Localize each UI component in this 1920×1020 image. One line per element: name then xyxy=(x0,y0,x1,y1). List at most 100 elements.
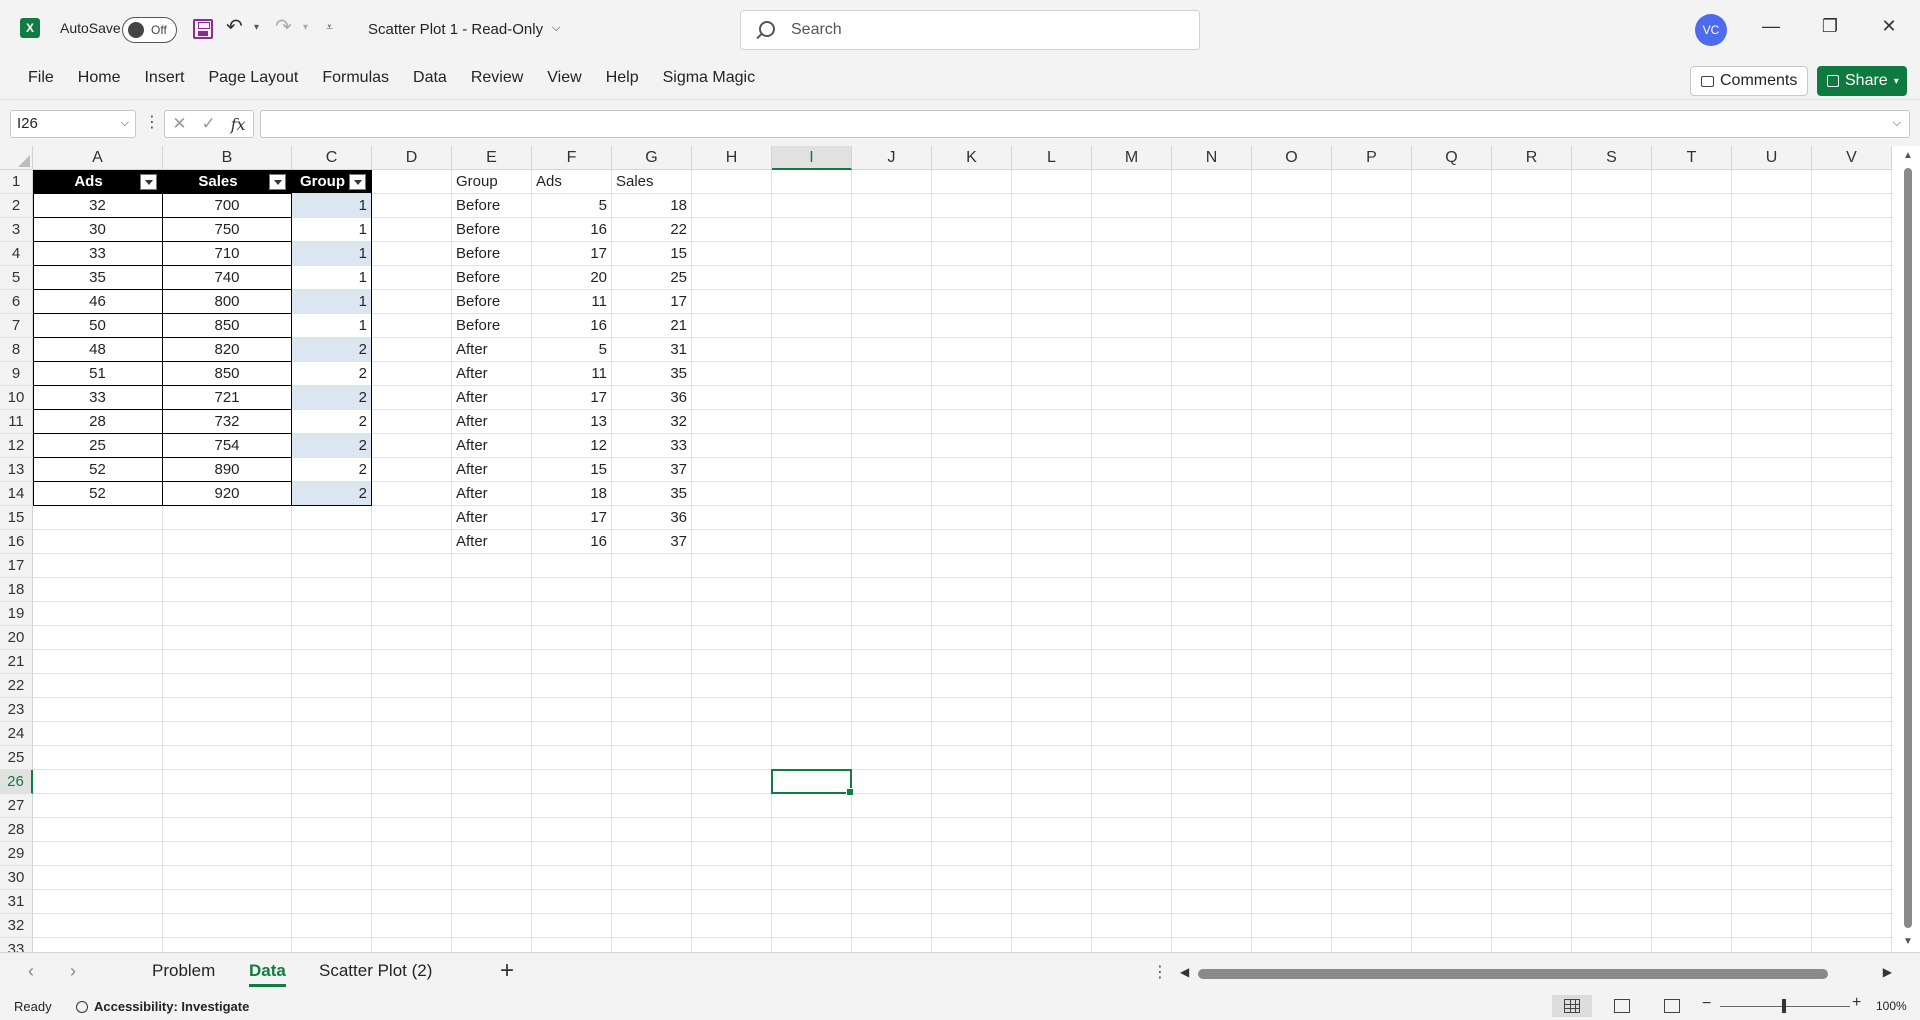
row-header-3[interactable]: 3 xyxy=(0,218,33,242)
cell-group[interactable]: Before xyxy=(452,242,531,266)
filter-dropdown-icon[interactable] xyxy=(349,174,366,190)
column-header-u[interactable]: U xyxy=(1732,146,1812,170)
horizontal-scrollbar[interactable]: ◀ ▶ xyxy=(1180,965,1892,981)
table-cell-sales[interactable]: 800 xyxy=(163,290,291,314)
row-header-13[interactable]: 13 xyxy=(0,458,33,482)
table-cell-sales[interactable]: 920 xyxy=(163,482,291,506)
add-sheet-icon[interactable]: + xyxy=(500,957,514,985)
cell-sales[interactable]: 22 xyxy=(612,218,691,242)
row-header-6[interactable]: 6 xyxy=(0,290,33,314)
sheet-tab-scatter-plot-2[interactable]: Scatter Plot (2) xyxy=(319,961,432,981)
column-header-p[interactable]: P xyxy=(1332,146,1412,170)
cell-ads[interactable]: 20 xyxy=(532,266,611,290)
search-box[interactable] xyxy=(740,10,1200,50)
cancel-icon[interactable]: ✕ xyxy=(172,114,186,134)
row-header-25[interactable]: 25 xyxy=(0,746,33,770)
table-cell-ads[interactable]: 46 xyxy=(33,290,162,314)
table-cell-ads[interactable]: 33 xyxy=(33,386,162,410)
cell-group[interactable]: Before xyxy=(452,218,531,242)
table-cell-ads[interactable]: 52 xyxy=(33,482,162,506)
column-header-f[interactable]: F xyxy=(532,146,612,170)
header-cell[interactable]: Sales xyxy=(612,170,691,194)
cell-sales[interactable]: 15 xyxy=(612,242,691,266)
redo-dropdown-icon[interactable]: ▾ xyxy=(303,22,308,33)
formula-input[interactable]: ⌵ xyxy=(260,110,1910,138)
table-header-cell[interactable]: Sales xyxy=(163,170,291,193)
table-cell-group[interactable]: 1 xyxy=(292,290,371,314)
avatar[interactable]: VC xyxy=(1695,14,1727,46)
cell-sales[interactable]: 31 xyxy=(612,338,691,362)
cell-ads[interactable]: 5 xyxy=(532,194,611,218)
column-header-d[interactable]: D xyxy=(372,146,452,170)
cell-ads[interactable]: 17 xyxy=(532,506,611,530)
row-header-27[interactable]: 27 xyxy=(0,794,33,818)
row-header-16[interactable]: 16 xyxy=(0,530,33,554)
cell-group[interactable]: After xyxy=(452,362,531,386)
table-cell-group[interactable]: 2 xyxy=(292,410,371,434)
horizontal-scroll-thumb[interactable] xyxy=(1198,969,1828,979)
tab-help[interactable]: Help xyxy=(594,69,651,87)
tab-review[interactable]: Review xyxy=(459,69,535,87)
table-cell-sales[interactable]: 732 xyxy=(163,410,291,434)
column-header-l[interactable]: L xyxy=(1012,146,1092,170)
cell-group[interactable]: Before xyxy=(452,266,531,290)
redo-icon[interactable]: ↷ xyxy=(275,14,292,39)
cells-area[interactable]: Ads Sales Group 32 700 1 30 750 1 33 710 1 35 740 1 46 8… xyxy=(33,170,1893,952)
customize-qat-icon[interactable]: ⩡ xyxy=(326,20,333,35)
table-cell-ads[interactable]: 25 xyxy=(33,434,162,458)
table-cell-sales[interactable]: 850 xyxy=(163,314,291,338)
accessibility-status[interactable]: Accessibility: Investigate xyxy=(76,999,249,1014)
row-header-18[interactable]: 18 xyxy=(0,578,33,602)
restore-icon[interactable]: ❐ xyxy=(1815,16,1845,37)
cell-sales[interactable]: 33 xyxy=(612,434,691,458)
next-sheet-icon[interactable]: › xyxy=(70,961,76,982)
cell-group[interactable]: After xyxy=(452,338,531,362)
table-cell-sales[interactable]: 850 xyxy=(163,362,291,386)
cell-group[interactable]: After xyxy=(452,434,531,458)
cell-ads[interactable]: 15 xyxy=(532,458,611,482)
zoom-level[interactable]: 100% xyxy=(1876,999,1907,1013)
cell-sales[interactable]: 32 xyxy=(612,410,691,434)
share-button[interactable]: Share ▾ xyxy=(1817,66,1907,96)
close-icon[interactable]: ✕ xyxy=(1874,16,1904,37)
cell-sales[interactable]: 25 xyxy=(612,266,691,290)
table-cell-group[interactable]: 1 xyxy=(292,218,371,242)
row-header-21[interactable]: 21 xyxy=(0,650,33,674)
table-cell-group[interactable]: 1 xyxy=(292,266,371,290)
chevron-down-icon[interactable]: ⌵ xyxy=(552,22,560,35)
cell-ads[interactable]: 13 xyxy=(532,410,611,434)
select-all-corner[interactable] xyxy=(0,146,33,170)
table-cell-group[interactable]: 1 xyxy=(292,314,371,338)
column-header-a[interactable]: A xyxy=(33,146,163,170)
column-header-i[interactable]: I xyxy=(772,146,852,170)
column-header-r[interactable]: R xyxy=(1492,146,1572,170)
table-cell-sales[interactable]: 754 xyxy=(163,434,291,458)
cell-ads[interactable]: 17 xyxy=(532,386,611,410)
page-break-view-button[interactable] xyxy=(1652,995,1692,1017)
tab-data[interactable]: Data xyxy=(401,69,459,87)
cell-sales[interactable]: 35 xyxy=(612,362,691,386)
table-cell-group[interactable]: 2 xyxy=(292,434,371,458)
row-header-32[interactable]: 32 xyxy=(0,914,33,938)
column-header-q[interactable]: Q xyxy=(1412,146,1492,170)
undo-dropdown-icon[interactable]: ▾ xyxy=(254,22,259,33)
minimize-icon[interactable]: — xyxy=(1756,16,1786,37)
cell-sales[interactable]: 21 xyxy=(612,314,691,338)
sheet-tab-data[interactable]: Data xyxy=(249,961,286,987)
table-cell-group[interactable]: 2 xyxy=(292,362,371,386)
cell-group[interactable]: After xyxy=(452,410,531,434)
page-layout-view-button[interactable] xyxy=(1602,995,1642,1017)
cell-sales[interactable]: 18 xyxy=(612,194,691,218)
table-cell-ads[interactable]: 28 xyxy=(33,410,162,434)
row-header-7[interactable]: 7 xyxy=(0,314,33,338)
insert-function-icon[interactable]: fx xyxy=(231,115,246,134)
table-cell-sales[interactable]: 721 xyxy=(163,386,291,410)
normal-view-button[interactable] xyxy=(1552,995,1592,1017)
filter-dropdown-icon[interactable] xyxy=(140,174,157,190)
row-header-24[interactable]: 24 xyxy=(0,722,33,746)
cell-sales[interactable]: 35 xyxy=(612,482,691,506)
scroll-down-icon[interactable]: ▼ xyxy=(1903,936,1913,947)
column-header-k[interactable]: K xyxy=(932,146,1012,170)
tab-sigma-magic[interactable]: Sigma Magic xyxy=(651,69,767,87)
column-header-v[interactable]: V xyxy=(1812,146,1892,170)
